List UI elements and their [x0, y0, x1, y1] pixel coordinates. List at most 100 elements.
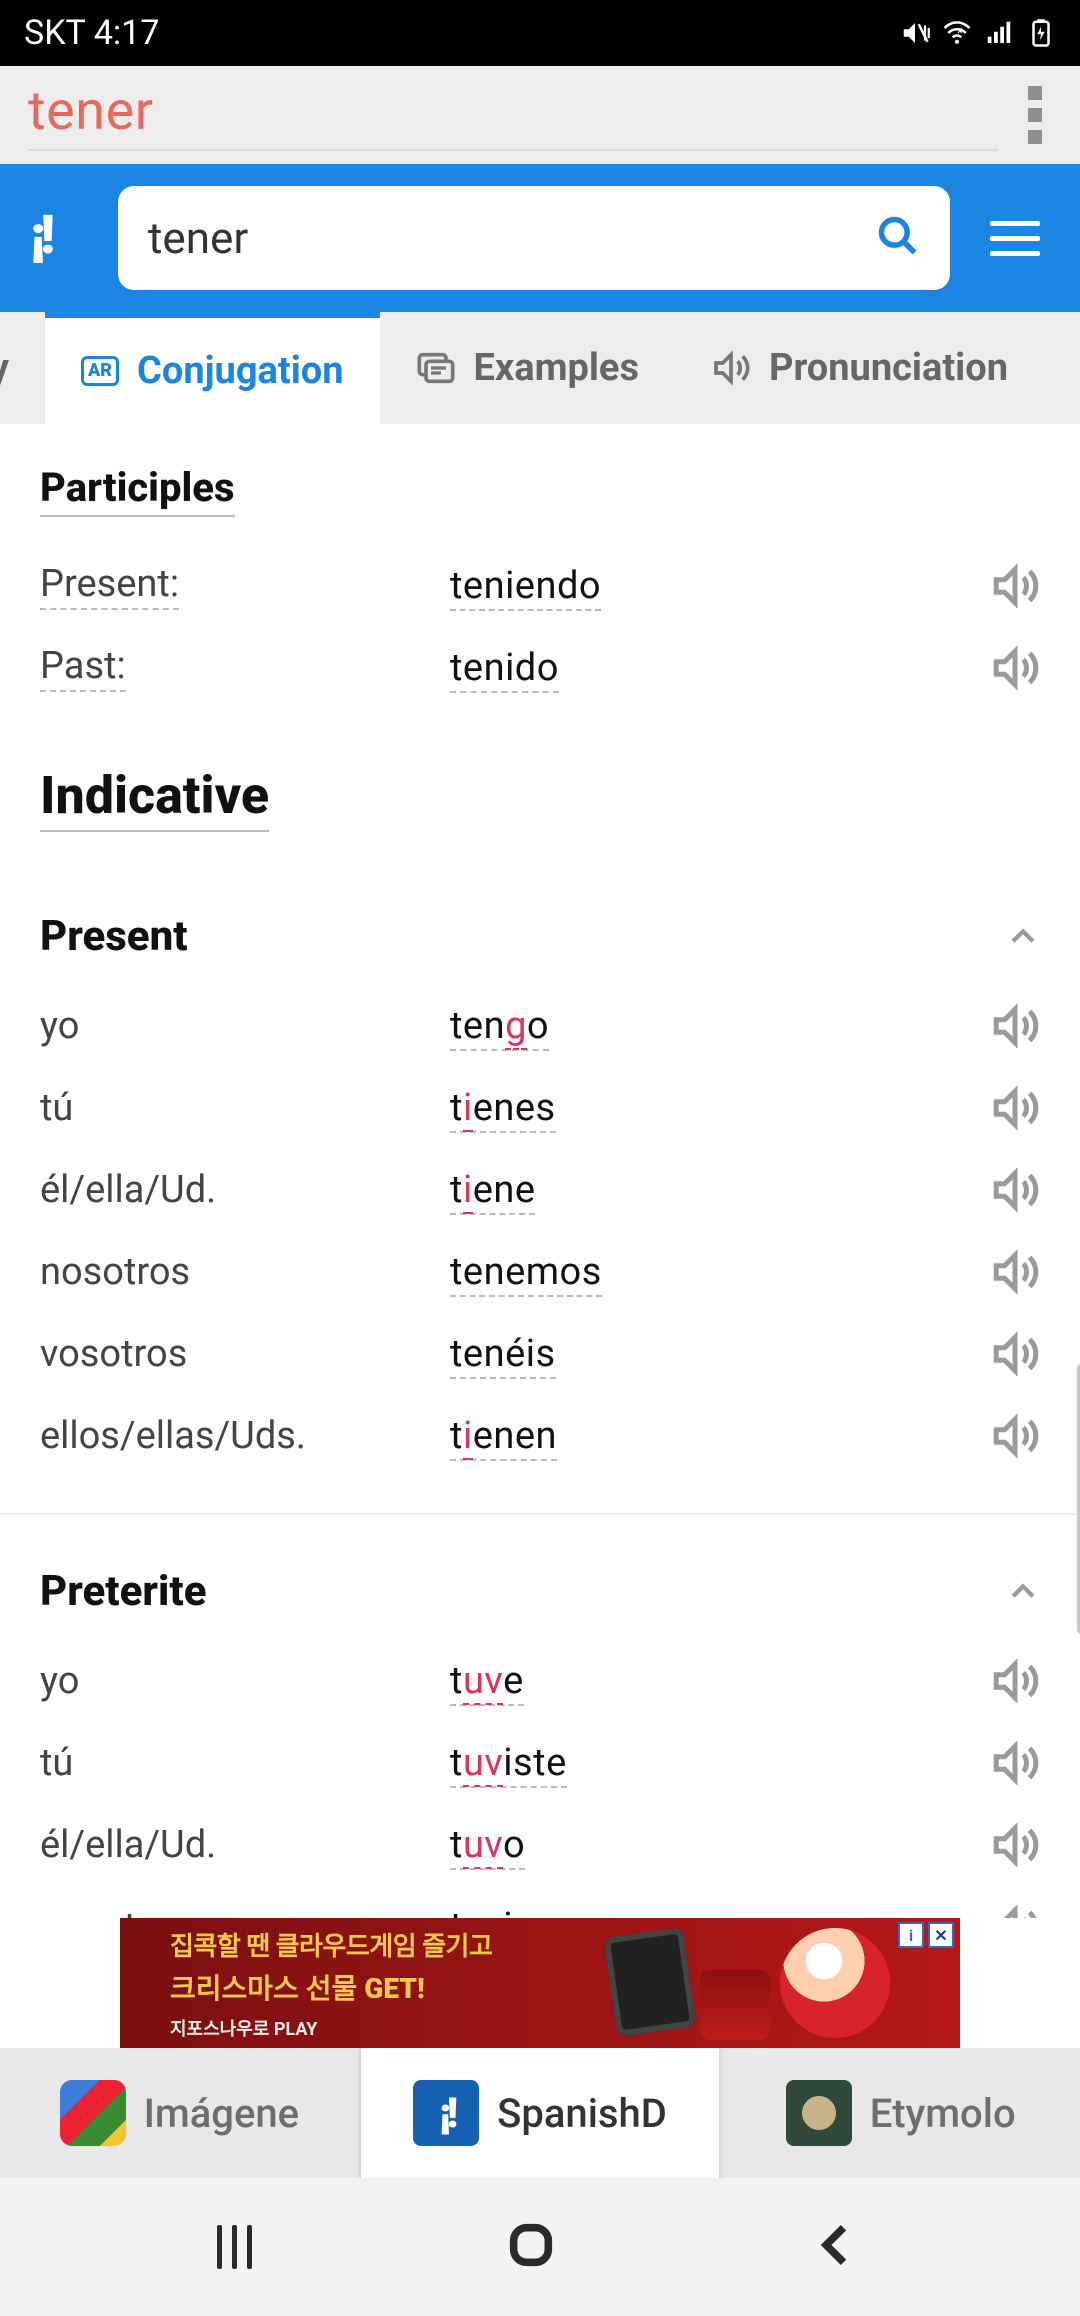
conjugated-form: tuvimos: [450, 1905, 990, 1918]
back-button[interactable]: [811, 2219, 863, 2275]
conjugation-row: nosotrostenemos: [40, 1231, 1040, 1313]
signal-icon: [984, 18, 1014, 48]
carrier-label: SKT: [24, 13, 86, 53]
pronoun-label: nosotros: [40, 1905, 450, 1918]
present-tense-header[interactable]: Present: [40, 912, 1040, 961]
tab-examples[interactable]: Examples: [380, 312, 675, 424]
play-audio-button[interactable]: [990, 1411, 1040, 1461]
pronoun-label: él/ella/Ud.: [40, 1168, 450, 1212]
conjugation-row: yotengo: [40, 985, 1040, 1067]
search-box[interactable]: [118, 186, 950, 290]
search-input[interactable]: [148, 212, 876, 264]
indicative-heading: Indicative: [40, 765, 269, 832]
participle-past-form: tenido: [450, 646, 990, 690]
wifi-icon: [942, 18, 972, 48]
back-icon: [811, 2219, 863, 2271]
pronunciation-icon: [711, 348, 751, 388]
chevron-up-icon: [1006, 1575, 1040, 1609]
mute-vibrate-icon: [900, 18, 930, 48]
spanishdict-app-icon: ¡!: [413, 2080, 479, 2146]
tab-examples-label: Examples: [474, 346, 639, 390]
ad-line3: 지포스나우로 PLAY: [170, 2015, 492, 2041]
tab-pronunciation[interactable]: Pronunciation: [675, 312, 1044, 424]
conjugation-row: tútienes: [40, 1067, 1040, 1149]
play-audio-button[interactable]: [990, 1902, 1040, 1918]
conjugated-form: tengo: [450, 1004, 990, 1048]
play-audio-button[interactable]: [990, 1329, 1040, 1379]
browser-url-strip: tener: [0, 66, 1080, 164]
ad-choices-badge[interactable]: i✕: [898, 1922, 954, 1948]
conjugated-form: tienen: [450, 1414, 990, 1458]
ad-art: [600, 1918, 900, 2048]
participle-present-form: teniendo: [450, 564, 990, 608]
tab-pronunciation-label: Pronunciation: [769, 346, 1008, 390]
tab-phrases-partial[interactable]: [1044, 312, 1080, 424]
conjugation-row: yotuve: [40, 1640, 1040, 1722]
examples-icon: [416, 348, 456, 388]
etymology-app-icon: [786, 2080, 852, 2146]
home-button[interactable]: [505, 2219, 557, 2275]
pronoun-label: tú: [40, 1086, 450, 1130]
participle-past-row: Past: tenido: [40, 627, 1040, 709]
search-icon: [876, 214, 920, 258]
app-header: ¡!: [0, 164, 1080, 312]
participle-past-label: Past:: [40, 644, 126, 692]
play-audio-button[interactable]: [990, 1656, 1040, 1706]
search-button[interactable]: [876, 214, 920, 262]
participle-present-row: Present: teniendo: [40, 545, 1040, 627]
spanishdict-logo-icon[interactable]: ¡!: [30, 209, 88, 267]
participle-present-label: Present:: [40, 562, 179, 610]
menu-button[interactable]: [980, 211, 1050, 266]
conjugated-form: tenemos: [450, 1250, 990, 1294]
conjugation-row: ellos/ellas/Uds.tienen: [40, 1395, 1040, 1477]
play-audio-button[interactable]: [990, 1083, 1040, 1133]
pronoun-label: yo: [40, 1659, 450, 1703]
browser-tab-label: SpanishD: [497, 2090, 667, 2137]
play-audio-button[interactable]: [990, 1001, 1040, 1051]
recents-icon: [217, 2225, 252, 2269]
present-tense-label: Present: [40, 912, 188, 961]
pronoun-label: él/ella/Ud.: [40, 1823, 450, 1867]
play-audio-button[interactable]: [990, 1247, 1040, 1297]
play-audio-button[interactable]: [990, 643, 1040, 693]
status-icons: [900, 18, 1056, 48]
recents-button[interactable]: [217, 2225, 252, 2269]
ad-banner[interactable]: 집콕할 땐 클라우드게임 즐기고 크리스마스 선물 GET! 지포스나우로 PL…: [120, 1918, 960, 2048]
page-title[interactable]: tener: [28, 80, 998, 151]
home-icon: [505, 2219, 557, 2271]
preterite-tense-header[interactable]: Preterite: [40, 1567, 1040, 1616]
conjugation-row: nosotrostuvimos: [40, 1886, 1040, 1918]
tab-conjugation[interactable]: AR Conjugation: [45, 312, 380, 424]
conjugated-form: tiene: [450, 1168, 990, 1212]
play-audio-button[interactable]: [990, 561, 1040, 611]
content-tabs: ry AR Conjugation Examples Pronunciation: [0, 312, 1080, 424]
battery-charging-icon: [1026, 18, 1056, 48]
browser-more-menu[interactable]: [1018, 76, 1052, 154]
conjugation-row: vosotrostenéis: [40, 1313, 1040, 1395]
conjugation-row: tútuviste: [40, 1722, 1040, 1804]
chevron-up-icon: [1006, 920, 1040, 954]
play-audio-button[interactable]: [990, 1820, 1040, 1870]
android-nav-bar: [0, 2178, 1080, 2316]
images-app-icon: [60, 2080, 126, 2146]
browser-tab-etymology[interactable]: Etymolo: [721, 2048, 1080, 2178]
preterite-tense-label: Preterite: [40, 1567, 206, 1616]
conjugated-form: tienes: [450, 1086, 990, 1130]
browser-tab-label: Imágene: [144, 2090, 300, 2137]
ad-line1: 집콕할 땐 클라우드게임 즐기고: [170, 1926, 492, 1963]
browser-tab-strip: Imágene ¡! SpanishD Etymolo: [0, 2048, 1080, 2178]
conjugated-form: tuviste: [450, 1741, 990, 1785]
pronoun-label: tú: [40, 1741, 450, 1785]
play-audio-button[interactable]: [990, 1165, 1040, 1215]
conjugated-form: tuve: [450, 1659, 990, 1703]
conjugation-badge-icon: AR: [81, 356, 119, 386]
conjugation-content: Participles Present: teniendo Past: teni…: [0, 424, 1080, 1918]
conjugation-row: él/ella/Ud.tiene: [40, 1149, 1040, 1231]
conjugation-row: él/ella/Ud.tuvo: [40, 1804, 1040, 1886]
browser-tab-imagenes[interactable]: Imágene: [0, 2048, 361, 2178]
browser-tab-spanishdict[interactable]: ¡! SpanishD: [361, 2048, 722, 2178]
pronoun-label: nosotros: [40, 1250, 450, 1294]
status-time: 4:17: [94, 13, 160, 53]
play-audio-button[interactable]: [990, 1738, 1040, 1788]
tab-dictionary-partial[interactable]: ry: [0, 312, 45, 424]
